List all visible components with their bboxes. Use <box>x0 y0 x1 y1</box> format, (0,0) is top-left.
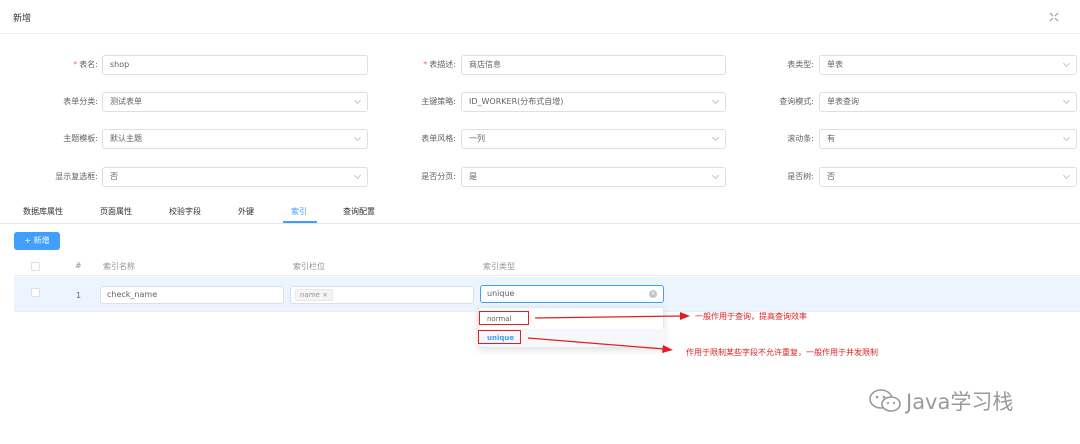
watermark: Java学习栈 <box>868 384 1058 416</box>
wechat-icon <box>869 389 901 412</box>
annotation-arrows <box>527 312 690 353</box>
annotation-text-normal: 一般作用于查询，提高查询效率 <box>695 312 807 321</box>
annotation-text-unique: 作用于限制某些字段不允许重复，一般作用于并发限制 <box>686 348 878 357</box>
watermark-text: Java学习栈 <box>906 390 1014 414</box>
